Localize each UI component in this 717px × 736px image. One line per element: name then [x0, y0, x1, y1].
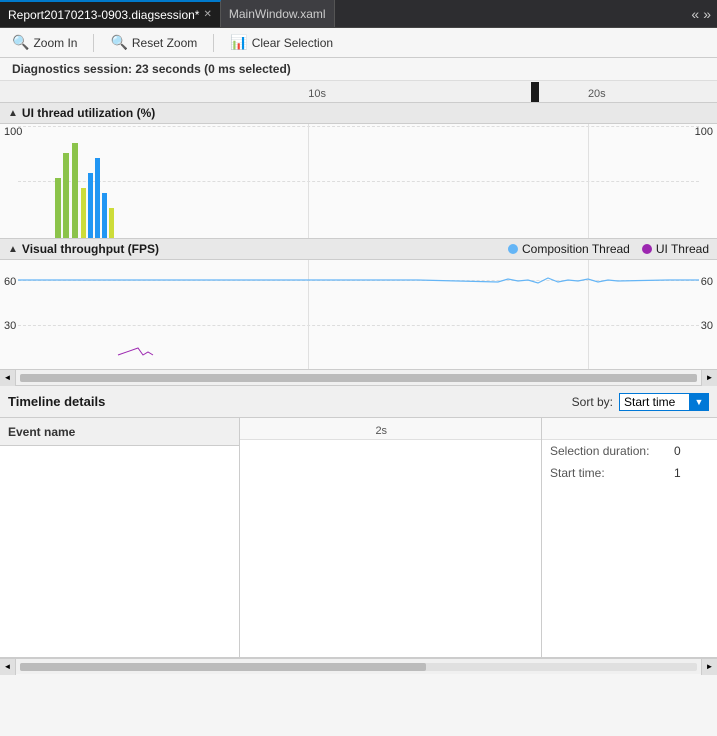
clear-selection-button[interactable]: 📊 Clear Selection: [226, 32, 337, 53]
legend-ui-thread-label: UI Thread: [656, 242, 709, 256]
fps-label-60-left: 60: [4, 276, 16, 288]
info-row-start-time: Start time: 1: [542, 462, 717, 484]
tab-xaml[interactable]: MainWindow.xaml: [221, 0, 335, 27]
chart-hscroll[interactable]: ◄ ►: [0, 370, 717, 386]
fps-collapse[interactable]: ▲: [8, 244, 18, 255]
chart-vline-20s: [588, 124, 589, 238]
reset-zoom-label: Reset Zoom: [132, 36, 197, 50]
hscroll-left-arrow[interactable]: ◄: [0, 370, 16, 386]
hscroll-thumb[interactable]: [20, 374, 697, 382]
reset-zoom-icon: 🔍: [110, 34, 127, 51]
status-bar: Diagnostics session: 23 seconds (0 ms se…: [0, 58, 717, 81]
timeline-column: 2s: [240, 418, 542, 657]
ui-thread-title: UI thread utilization (%): [22, 106, 155, 120]
details-title: Timeline details: [8, 394, 105, 409]
fps-label-60-right: 60: [701, 276, 713, 288]
fps-header: ▲ Visual throughput (FPS) Composition Th…: [0, 239, 717, 260]
tab-nav-back[interactable]: «: [691, 6, 699, 22]
zoom-in-button[interactable]: 🔍 Zoom In: [8, 32, 81, 53]
event-name-header-label: Event name: [8, 425, 75, 439]
bar-3: [72, 143, 78, 238]
ui-thread-chart: 100 100: [0, 124, 717, 239]
bar-1: [55, 178, 61, 238]
tab-diag-close[interactable]: ✕: [203, 9, 211, 20]
grid-line-100: [18, 126, 699, 127]
main-ruler: // We'll draw ticks inline via absolute …: [0, 81, 717, 103]
bottom-scroll-track[interactable]: [20, 663, 697, 671]
fps-label-30-right: 30: [701, 320, 713, 332]
bottom-scroll-right-arrow[interactable]: ►: [701, 659, 717, 675]
event-name-column: Event name: [0, 418, 240, 657]
legend-composition-label: Composition Thread: [522, 242, 630, 256]
sort-controls: Sort by: Start time Duration Category ▼: [572, 393, 709, 411]
tab-xaml-label: MainWindow.xaml: [229, 7, 326, 21]
tab-nav-forward[interactable]: »: [703, 6, 711, 22]
zoom-in-label: Zoom In: [33, 36, 77, 50]
fps-svg: [18, 260, 699, 369]
start-time-label: Start time:: [550, 466, 670, 480]
toolbar-separator-2: [213, 34, 214, 52]
bottom-scroll-left-arrow[interactable]: ◄: [0, 659, 16, 675]
info-column: Selection duration: 0 Start time: 1: [542, 418, 717, 657]
status-text: Diagnostics session: 23 seconds (0 ms se…: [12, 62, 291, 76]
zoom-in-icon: 🔍: [12, 34, 29, 51]
legend-composition: Composition Thread: [508, 242, 630, 256]
bar-7: [102, 193, 107, 238]
event-name-header: Event name: [0, 418, 239, 446]
selection-duration-label: Selection duration:: [550, 444, 670, 458]
ui-chart-label-top-right: 100: [695, 126, 713, 138]
info-row-selection-duration: Selection duration: 0: [542, 440, 717, 462]
chart-vline-10s: [308, 124, 309, 238]
hscroll-right-arrow[interactable]: ►: [701, 370, 717, 386]
legend-composition-dot: [508, 244, 518, 254]
toolbar: 🔍 Zoom In 🔍 Reset Zoom 📊 Clear Selection: [0, 28, 717, 58]
bottom-scrollbar[interactable]: ◄ ►: [0, 658, 717, 674]
ui-chart-label-top-left: 100: [4, 126, 22, 138]
sort-label: Sort by:: [572, 395, 613, 409]
sort-select[interactable]: Start time Duration Category: [619, 393, 709, 411]
bar-2: [63, 153, 69, 238]
event-name-body: [0, 446, 239, 454]
details-table: Event name 2s Selection duration: 0 Star…: [0, 418, 717, 658]
start-time-value: 1: [674, 466, 681, 480]
toolbar-separator-1: [93, 34, 94, 52]
bar-8: [109, 208, 114, 238]
legend-ui-thread: UI Thread: [642, 242, 709, 256]
bar-6: [95, 158, 100, 238]
fps-chart: 60 60 30 30: [0, 260, 717, 370]
bar-4: [81, 188, 86, 238]
tab-diag-label: Report20170213-0903.diagsession*: [8, 8, 199, 22]
tab-navigation: « »: [685, 6, 717, 22]
reset-zoom-button[interactable]: 🔍 Reset Zoom: [106, 32, 201, 53]
ui-thread-header: ▲ UI thread utilization (%): [0, 103, 717, 124]
timeline-body: [240, 440, 541, 448]
clear-selection-icon: 📊: [230, 34, 247, 51]
sort-select-wrapper[interactable]: Start time Duration Category ▼: [619, 393, 709, 411]
fps-label-30-left: 30: [4, 320, 16, 332]
legend-ui-thread-dot: [642, 244, 652, 254]
info-column-header-spacer: [542, 418, 717, 440]
detail-ruler: 2s: [240, 418, 541, 440]
selection-duration-value: 0: [674, 444, 681, 458]
ui-thread-collapse[interactable]: ▲: [8, 108, 18, 119]
bar-5: [88, 173, 93, 238]
fps-title: Visual throughput (FPS): [22, 242, 159, 256]
hscroll-track[interactable]: [20, 374, 697, 382]
fps-legend: Composition Thread UI Thread: [508, 242, 709, 256]
grid-line-50: [18, 181, 699, 182]
clear-selection-label: Clear Selection: [252, 36, 333, 50]
tab-diag[interactable]: Report20170213-0903.diagsession* ✕: [0, 0, 221, 27]
tab-bar: Report20170213-0903.diagsession* ✕ MainW…: [0, 0, 717, 28]
bottom-scroll-thumb[interactable]: [20, 663, 426, 671]
details-header: Timeline details Sort by: Start time Dur…: [0, 386, 717, 418]
